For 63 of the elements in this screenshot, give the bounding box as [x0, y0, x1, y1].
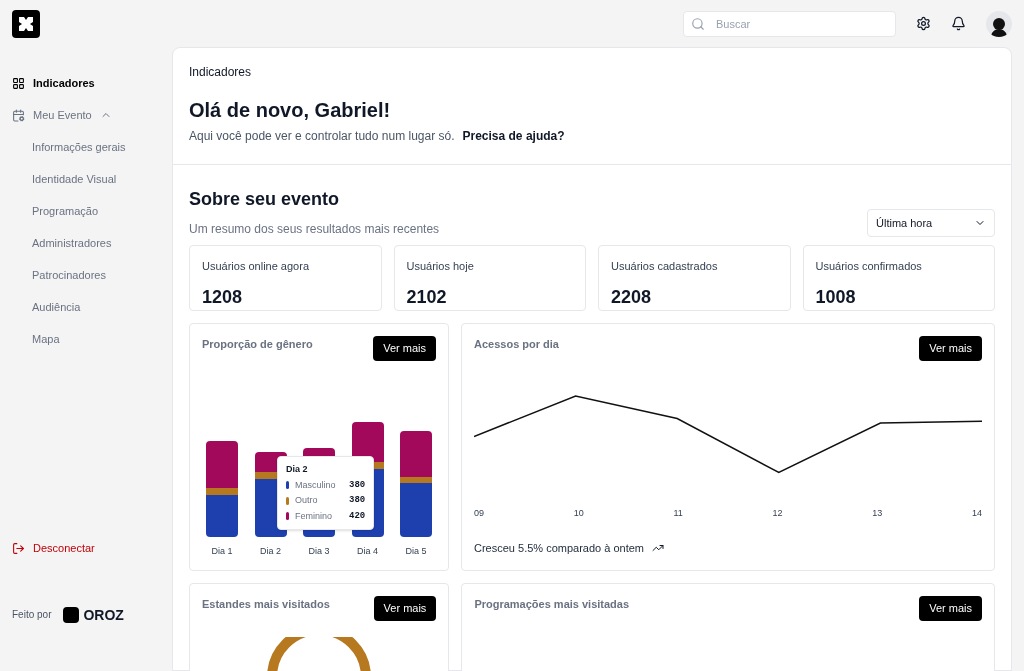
card-title: Acessos por dia: [474, 337, 559, 352]
axis-label: Dia 1: [211, 544, 233, 558]
legend-label: Feminino: [295, 509, 333, 523]
breadcrumb: Indicadores: [189, 64, 253, 80]
help-link[interactable]: Precisa de ajuda?: [462, 128, 565, 144]
axis-label: 12: [772, 506, 783, 520]
logout-icon: [12, 541, 25, 555]
greeting-heading: Olá de novo, Gabriel!: [189, 98, 392, 123]
stat-value: 1208: [202, 285, 244, 309]
grid-icon: [12, 76, 25, 90]
legend-label: Outro: [295, 494, 319, 507]
sidebar-subitem[interactable]: Patrocinadores: [12, 259, 160, 291]
axis-label: 13: [872, 506, 883, 520]
subtitle-text: Aqui você pode ver e controlar tudo num lugar só.: [189, 128, 455, 144]
legend-value: 380: [349, 478, 366, 492]
legend-label: Masculino: [295, 478, 337, 492]
axis-label: 09: [474, 506, 484, 520]
settings-icon[interactable]: [916, 16, 931, 31]
logo-icon[interactable]: [12, 9, 40, 38]
growth-text: Cresceu 5.5% comparado à ontem: [474, 541, 644, 556]
bell-icon[interactable]: [951, 16, 966, 31]
search-field[interactable]: Buscar: [683, 10, 896, 37]
made-by-text: Feito por: [12, 608, 52, 622]
sidebar-subitem[interactable]: Administradores: [12, 227, 160, 259]
sidebar-subitem[interactable]: Audiência: [12, 291, 160, 323]
logout-link[interactable]: Desconectar: [33, 540, 95, 557]
stat-label: Usuários online agora: [202, 259, 310, 274]
stat-label: Usuários confirmados: [815, 259, 923, 274]
brand-logo: OROZ: [63, 604, 124, 625]
sidebar-subitem[interactable]: Mapa: [12, 323, 160, 355]
avatar[interactable]: [986, 10, 1012, 37]
search-icon: [691, 16, 705, 31]
legend-value: 420: [349, 509, 366, 523]
axis-label: Dia 3: [308, 544, 330, 558]
sidebar-item[interactable]: Meu Evento: [12, 99, 160, 131]
more-button[interactable]: Ver mais: [373, 596, 437, 621]
stat-value: 1008: [815, 285, 857, 309]
card-title: Estandes mais visitados: [202, 597, 330, 612]
sidebar-subitem[interactable]: Programação: [12, 195, 160, 227]
stat-value: 2102: [406, 285, 448, 309]
axis-label: Dia 2: [260, 544, 281, 558]
sidebar-subitem[interactable]: Identidade Visual: [12, 163, 160, 195]
sidebar-item[interactable]: Indicadores: [12, 67, 160, 99]
more-button[interactable]: Ver mais: [919, 596, 982, 621]
sidebar-subitem[interactable]: Informações gerais: [12, 131, 160, 163]
axis-label: Dia 4: [357, 544, 378, 558]
stat-label: Usuários hoje: [406, 259, 475, 274]
card-title: Programações mais visitadas: [474, 597, 630, 612]
more-button[interactable]: Ver mais: [919, 336, 982, 361]
more-button[interactable]: Ver mais: [373, 336, 436, 361]
section-subtitle: Um resumo dos seus resultados mais recentes: [189, 221, 440, 237]
legend-value: 380: [349, 494, 366, 507]
axis-label: 11: [673, 506, 683, 520]
tooltip-title: Dia 2: [286, 463, 309, 476]
axis-label: Dia 5: [405, 544, 427, 558]
axis-label: 14: [971, 506, 982, 520]
stat-value: 2208: [611, 285, 653, 309]
range-dropdown[interactable]: Última hora: [867, 209, 995, 237]
calendar-icon: [12, 108, 25, 122]
card-title: Proporção de gênero: [202, 337, 313, 352]
section-title: Sobre seu evento: [189, 188, 341, 211]
axis-label: 10: [573, 506, 584, 520]
stat-label: Usuários cadastrados: [611, 259, 719, 274]
